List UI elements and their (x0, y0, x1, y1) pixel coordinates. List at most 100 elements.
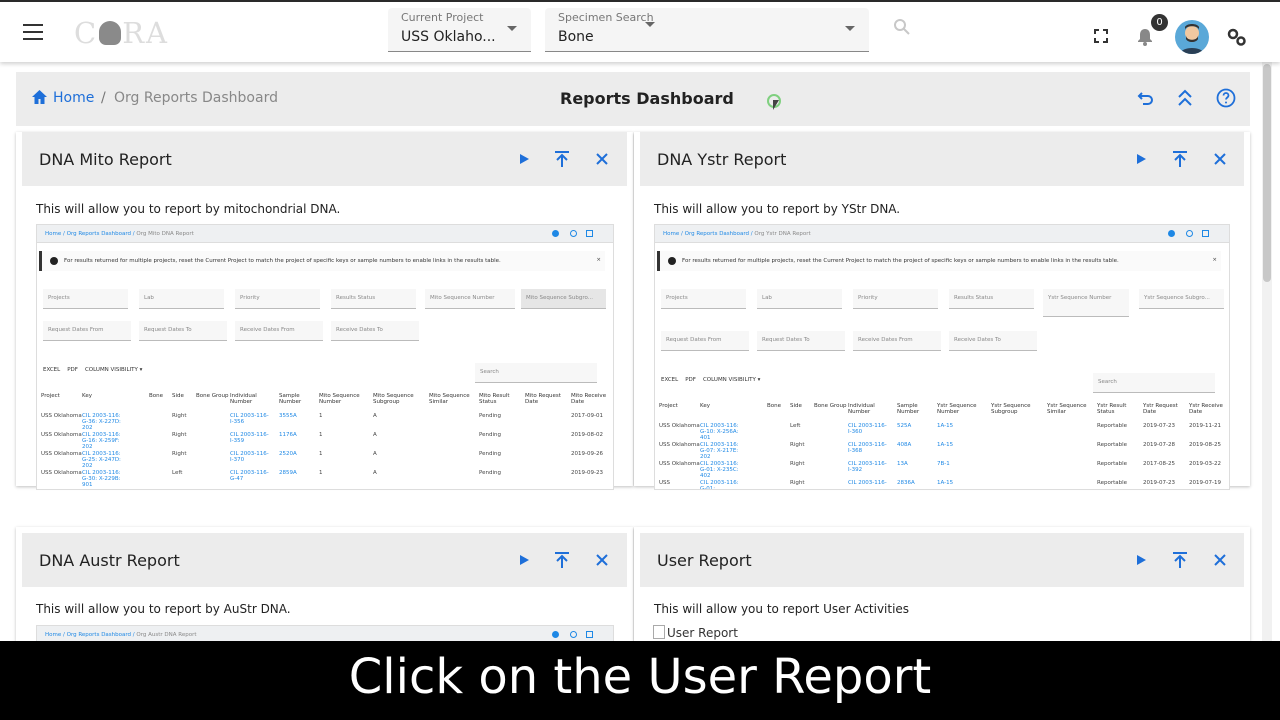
play-icon[interactable] (1132, 150, 1150, 168)
move-to-top-icon[interactable] (553, 150, 571, 168)
card-description: This will allow you to report by AuStr D… (36, 602, 291, 616)
preview-table-cell: Reportable (1097, 423, 1128, 429)
info-icon (50, 257, 58, 265)
preview-table-cell: Right (790, 480, 805, 486)
move-to-top-icon[interactable] (1171, 150, 1189, 168)
collapse-all-icon[interactable] (1177, 88, 1193, 108)
preview-table-cell: USS Oklahoma (659, 461, 700, 467)
preview-date-field: Receive Dates From (853, 331, 941, 351)
close-icon: × (1212, 257, 1217, 263)
play-icon[interactable] (515, 150, 533, 168)
preview-filter: Results Status (949, 289, 1034, 309)
preview-table-cell: 2019-09-23 (571, 470, 603, 476)
preview-table-cell: CIL 2003-116: G-10: X-256A: 401 (700, 423, 739, 441)
preview-table-cell: CIL 2003-116: G-25: X-247D: 202 (82, 451, 121, 469)
preview-filter: Results Status (331, 289, 416, 309)
page-title: Reports Dashboard (560, 89, 734, 108)
chevron-down-icon (645, 22, 655, 27)
close-icon[interactable] (593, 150, 611, 168)
preview-table-cell: Pending (479, 432, 501, 438)
preview-breadcrumb-bar: Home / Org Reports Dashboard / Org Austr… (37, 626, 613, 641)
report-preview-image[interactable]: Home / Org Reports Dashboard / Org Ystr … (654, 224, 1230, 490)
scrollbar-thumb[interactable] (1263, 64, 1271, 282)
card-description: This will allow you to report User Activ… (654, 602, 910, 616)
preview-table-cell: Right (172, 451, 187, 457)
help-icon[interactable] (1216, 88, 1236, 108)
preview-table-cell: 2019-09-26 (571, 451, 603, 457)
report-preview-image[interactable]: Home / Org Reports Dashboard / Org Mito … (36, 224, 614, 490)
preview-table-cell: 525A (897, 423, 912, 429)
preview-table-cell: 2019-03-22 (1189, 461, 1221, 467)
preview-table-header: Individual Number (230, 393, 257, 405)
specimen-search-select[interactable]: Specimen Search Bone (545, 8, 869, 52)
report-preview-image[interactable]: Home / Org Reports Dashboard / Org Austr… (36, 625, 614, 641)
preview-table-cell: Pending (479, 451, 501, 457)
preview-date-field: Request Dates To (139, 321, 227, 341)
preview-breadcrumb-bar: Home / Org Reports Dashboard / Org Mito … (37, 225, 613, 243)
play-icon[interactable] (515, 551, 533, 569)
preview-table-cell: 1A-15 (937, 480, 954, 486)
search-icon[interactable] (893, 18, 911, 36)
preview-table-cell: 1 (319, 451, 323, 457)
app-logo[interactable]: C RA (74, 16, 169, 50)
preview-table-cell: 2019-07-23 (1143, 423, 1175, 429)
chevron-down-icon (845, 26, 855, 31)
menu-icon[interactable] (23, 24, 43, 40)
preview-table-cell: Right (790, 461, 805, 467)
close-icon[interactable] (1211, 150, 1229, 168)
preview-table-cell: 3555A (279, 413, 297, 419)
current-project-select[interactable]: Current Project USS Oklaho... (388, 8, 531, 52)
move-to-top-icon[interactable] (1171, 551, 1189, 569)
report-card-user[interactable]: User Report This will allow you to repor… (634, 527, 1250, 641)
top-app-bar: C RA Current Project USS Oklaho... Specim… (0, 0, 1280, 62)
preview-table-cell: CIL 2003-116-G-47 (230, 470, 269, 482)
instruction-caption: Click on the User Report (0, 641, 1280, 720)
preview-table-header: Mito Result Status (479, 393, 510, 405)
preview-table-cell: CIL 2003-116- (848, 480, 887, 486)
preview-table-header: Key (82, 393, 92, 399)
card-title: DNA Austr Report (39, 551, 180, 570)
move-to-top-icon[interactable] (553, 551, 571, 569)
preview-table-cell: Pending (479, 470, 501, 476)
preview-search: Search (475, 363, 597, 383)
preview-filter: Lab (139, 289, 224, 309)
play-icon[interactable] (1132, 551, 1150, 569)
user-report-image[interactable]: User Report (653, 625, 738, 640)
export-icon (1202, 230, 1209, 237)
preview-table-cell: Pending (479, 413, 501, 419)
preview-table-cell: Right (172, 413, 187, 419)
breadcrumb-separator: / (101, 90, 106, 106)
preview-search: Search (1093, 373, 1215, 393)
settings-gears-icon[interactable] (1227, 28, 1247, 47)
undo-icon[interactable] (1137, 89, 1155, 107)
card-title: User Report (657, 551, 752, 570)
current-project-value: USS Oklaho... (401, 29, 496, 45)
report-card-dna-mito: DNA Mito Report This will allow you to r… (16, 132, 633, 490)
card-description: This will allow you to report by mitocho… (36, 202, 341, 216)
close-icon[interactable] (1211, 551, 1229, 569)
preview-date-field: Receive Dates To (949, 331, 1037, 351)
preview-table-header: Mito Sequence Similar (429, 393, 470, 405)
preview-table-header: Project (41, 393, 60, 399)
preview-table-cell: USS Oklahoma (659, 442, 700, 448)
report-card-dna-austr: DNA Austr Report This will allow you to … (16, 527, 633, 641)
preview-table-cell: USS Oklahoma (41, 413, 82, 419)
skull-icon (99, 21, 122, 45)
info-icon (552, 631, 559, 638)
fullscreen-icon[interactable] (1094, 29, 1108, 43)
preview-table-cell: 1A-15 (937, 423, 954, 429)
preview-table-header: Key (700, 403, 710, 409)
preview-breadcrumb: Home / Org Reports Dashboard / Org Mito … (45, 231, 194, 237)
preview-table-cell: A (373, 432, 377, 438)
home-icon[interactable] (31, 89, 48, 105)
preview-info-note: For results returned for multiple projec… (657, 251, 1221, 271)
preview-table-header: Individual Number (848, 403, 875, 415)
preview-table-cell: CIL 2003-116-I-392 (848, 461, 887, 473)
bell-icon[interactable] (1136, 27, 1154, 46)
card-header: DNA Mito Report (22, 132, 627, 186)
breadcrumb-home-link[interactable]: Home (53, 90, 94, 106)
preview-filter: Mito Sequence Number (425, 289, 515, 309)
preview-toolbar: EXCEL PDF COLUMN VISIBILITY ▾ (661, 377, 761, 383)
close-icon[interactable] (593, 551, 611, 569)
avatar[interactable] (1175, 20, 1209, 54)
